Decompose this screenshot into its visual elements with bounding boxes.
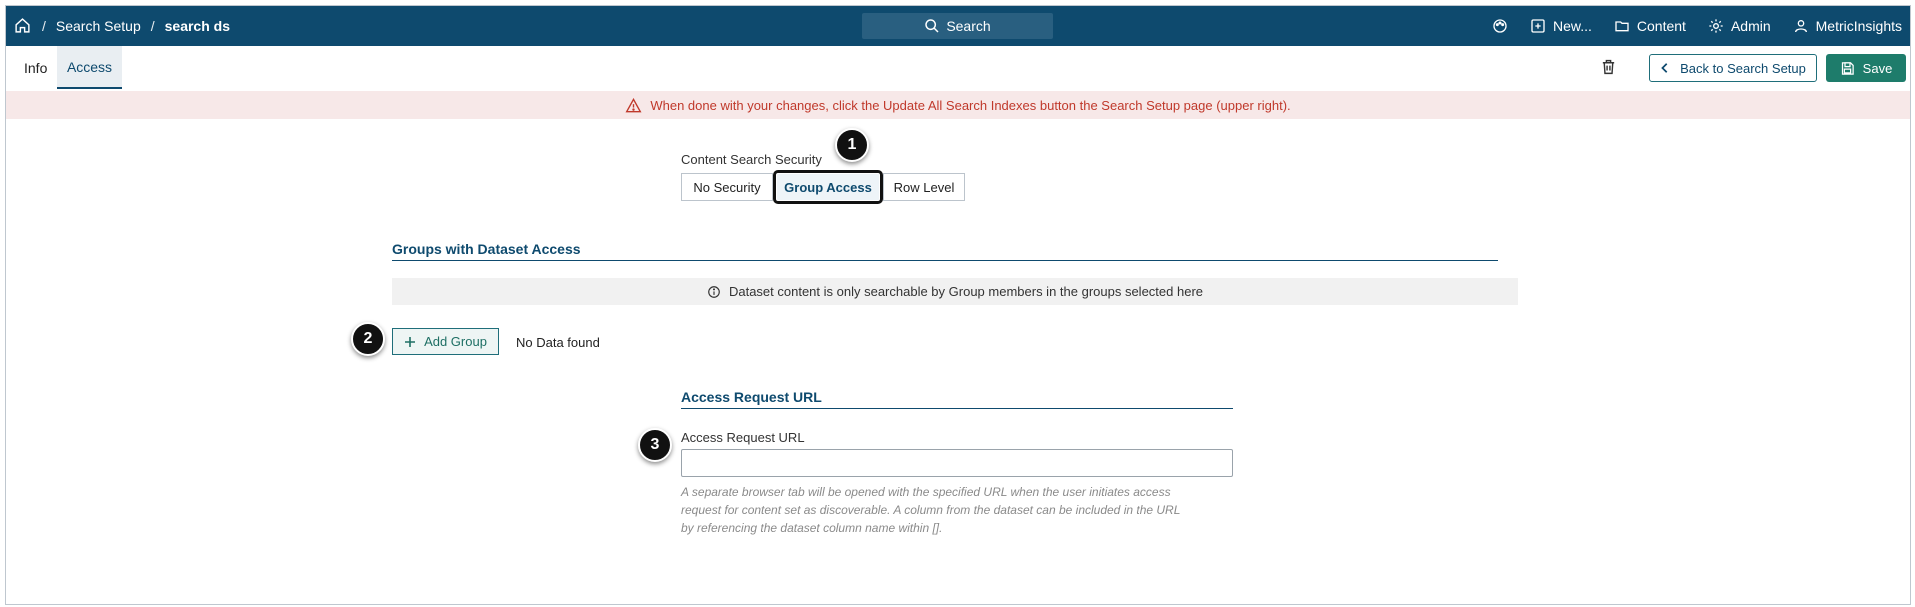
content-label: Content (1636, 18, 1686, 34)
access-request-url-label: Access Request URL (681, 430, 805, 445)
groups-info-note: Dataset content is only searchable by Gr… (392, 278, 1518, 305)
save-button[interactable]: Save (1826, 54, 1906, 82)
group-access-option[interactable]: Group Access (773, 170, 883, 204)
add-group-button[interactable]: Add Group (392, 328, 499, 355)
user-icon (1794, 20, 1807, 33)
help-line-2: request for content set as discoverable.… (681, 503, 1181, 517)
plus-square-icon (1531, 19, 1545, 33)
new-menu[interactable]: New... (1530, 18, 1592, 34)
groups-section-divider (392, 260, 1498, 261)
gear-icon (1709, 19, 1723, 33)
no-security-option[interactable]: No Security (681, 173, 773, 201)
tab-info[interactable]: Info (12, 46, 59, 89)
user-label: MetricInsights (1815, 18, 1902, 34)
warning-text: When done with your changes, click the U… (650, 97, 1291, 113)
access-request-section-divider (681, 408, 1233, 409)
palette-icon (1493, 19, 1507, 33)
content-security-label: Content Search Security (681, 152, 822, 167)
tab-access[interactable]: Access (57, 46, 122, 89)
top-bar: / Search Setup / search ds Search New...… (6, 6, 1910, 46)
new-label: New... (1553, 18, 1592, 34)
groups-empty-text: No Data found (516, 335, 600, 350)
warning-banner: When done with your changes, click the U… (6, 91, 1910, 119)
folder-icon (1615, 21, 1629, 32)
access-request-url-input[interactable] (681, 449, 1233, 477)
access-request-section-title: Access Request URL (681, 389, 822, 405)
info-circle-icon (708, 285, 720, 298)
user-menu[interactable]: MetricInsights (1793, 18, 1902, 34)
row-level-option[interactable]: Row Level (883, 173, 965, 201)
back-to-search-setup-button[interactable]: Back to Search Setup (1649, 54, 1817, 82)
groups-info-text: Dataset content is only searchable by Gr… (728, 284, 1204, 299)
breadcrumb-separator: / (150, 18, 155, 34)
add-group-label: Add Group (424, 334, 487, 349)
tabs-row: Info Access Back to Search Setup Save (6, 46, 1910, 94)
breadcrumb-separator: / (42, 18, 46, 34)
callout-marker-1: 1 (835, 128, 869, 162)
search-icon (925, 19, 939, 33)
callout-marker-3: 3 (638, 428, 672, 462)
breadcrumb-current: search ds (164, 18, 230, 34)
admin-label: Admin (1730, 18, 1771, 34)
content-menu[interactable]: Content (1614, 18, 1686, 34)
delete-button[interactable] (1600, 58, 1617, 81)
help-line-3: by referencing the dataset column name w… (681, 521, 943, 535)
chevron-left-icon (1661, 63, 1668, 73)
breadcrumb-search-setup[interactable]: Search Setup (56, 18, 141, 34)
search-label: Search (946, 18, 991, 34)
callout-marker-2: 2 (351, 322, 385, 356)
trash-icon (1602, 59, 1615, 75)
plus-icon (405, 336, 416, 347)
admin-menu[interactable]: Admin (1708, 18, 1771, 34)
top-nav: New... Content Admin MetricInsights (1492, 6, 1902, 46)
help-line-1: A separate browser tab will be opened wi… (681, 485, 1171, 499)
groups-section-title: Groups with Dataset Access (392, 241, 581, 257)
save-disk-icon (1841, 61, 1854, 75)
warning-triangle-icon (625, 97, 642, 112)
palette-button[interactable] (1492, 18, 1508, 34)
access-request-help-text: A separate browser tab will be opened wi… (681, 483, 1233, 537)
global-search-button[interactable]: Search (862, 13, 1053, 39)
save-label: Save (1862, 60, 1893, 76)
back-label: Back to Search Setup (1680, 60, 1806, 76)
app-window: / Search Setup / search ds Search New...… (5, 5, 1911, 605)
breadcrumb: / Search Setup / search ds (14, 6, 230, 46)
home-icon[interactable] (14, 17, 32, 35)
